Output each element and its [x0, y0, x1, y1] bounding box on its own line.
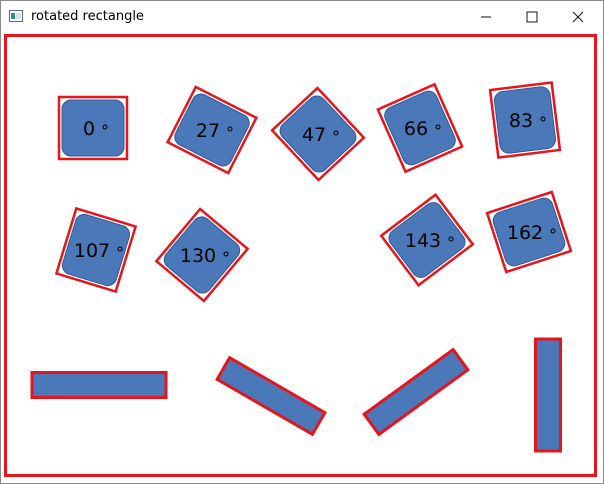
- rotated-bar-4: [534, 337, 562, 453]
- angle-label: 47: [302, 124, 326, 146]
- shapes-canvas: 0 27 47 66 83 107 130 143 162: [30, 81, 573, 453]
- angle-label: 130: [180, 245, 216, 267]
- angle-label: 27: [196, 120, 220, 142]
- angle-label: 162: [507, 222, 543, 244]
- angle-label: 107: [74, 240, 110, 262]
- angle-label: 0: [83, 118, 95, 140]
- angle-label: 66: [404, 118, 428, 140]
- rotated-bar-1: [30, 371, 168, 399]
- angle-label: 83: [509, 110, 533, 132]
- rotated-bar-2: [215, 355, 327, 437]
- rotated-bar-3: [362, 347, 470, 437]
- angle-label: 143: [405, 230, 441, 252]
